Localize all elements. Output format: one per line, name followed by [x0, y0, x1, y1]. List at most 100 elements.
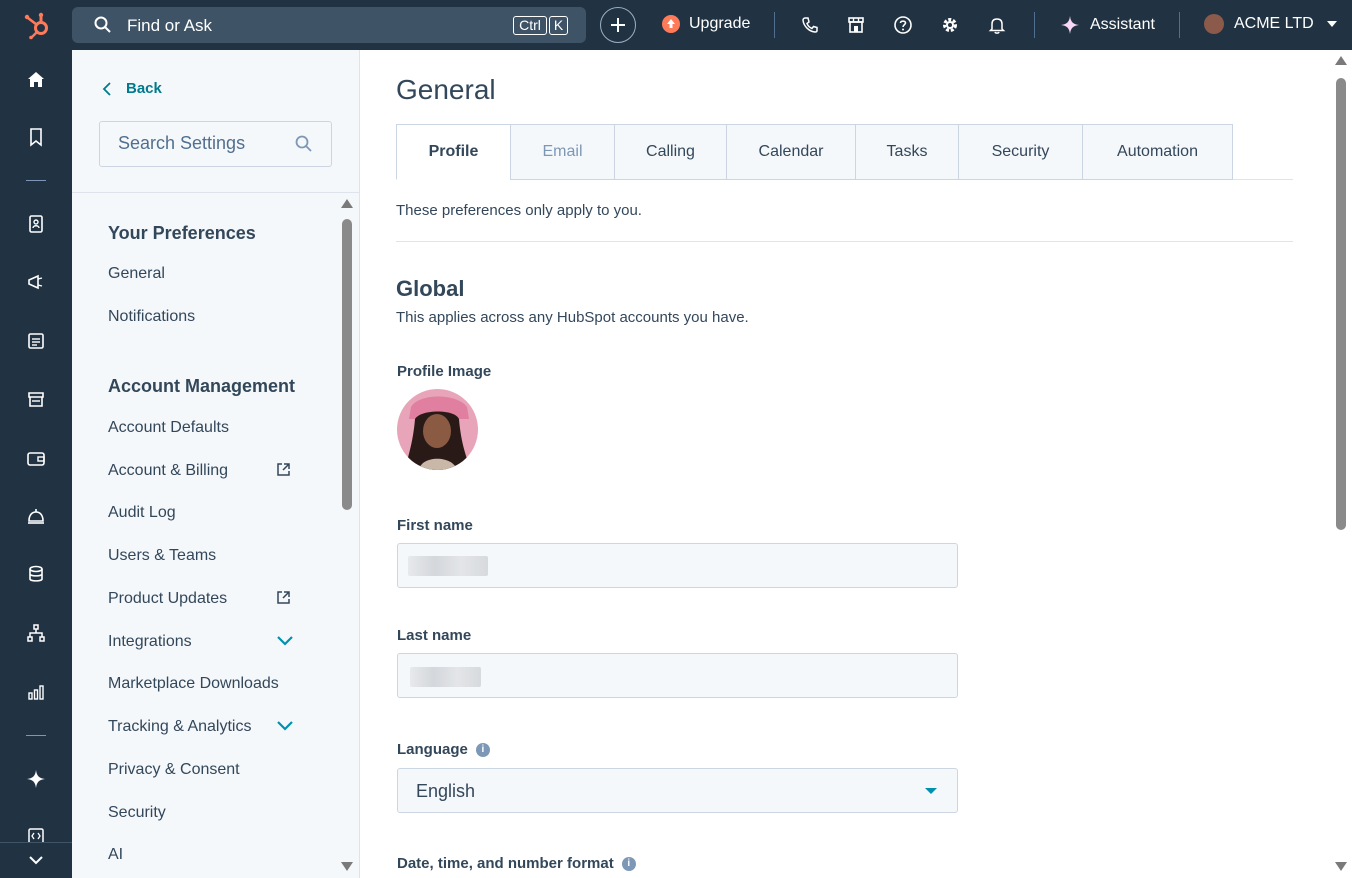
- datetime-format-label-text: Date, time, and number format: [397, 855, 614, 872]
- sidebar-item-integrations[interactable]: Integrations: [108, 633, 298, 651]
- scroll-down-arrow-icon[interactable]: [1335, 862, 1347, 871]
- scrollbar-thumb[interactable]: [342, 219, 352, 510]
- shortcut-k-key: K: [549, 16, 568, 35]
- account-menu[interactable]: ACME LTD: [1204, 14, 1338, 34]
- global-search-bar[interactable]: Find or Ask Ctrl K: [72, 7, 586, 43]
- settings-content: General Profile Email Calling Calendar T…: [360, 50, 1352, 878]
- breeze-sparkle-icon[interactable]: [26, 769, 46, 789]
- sales-wallet-icon[interactable]: [26, 448, 46, 468]
- nav-divider: [26, 180, 46, 181]
- info-icon[interactable]: i: [475, 742, 490, 757]
- content-icon[interactable]: [26, 331, 46, 351]
- create-new-button[interactable]: [600, 7, 636, 43]
- sidebar-item-account-billing[interactable]: Account & Billing: [108, 462, 298, 480]
- preferences-note: These preferences only apply to you.: [396, 202, 642, 219]
- tab-calling[interactable]: Calling: [614, 124, 727, 180]
- language-select[interactable]: English: [397, 768, 958, 813]
- external-link-icon: [277, 463, 290, 476]
- development-code-icon[interactable]: [26, 827, 46, 842]
- help-icon[interactable]: [893, 15, 913, 35]
- upgrade-label: Upgrade: [689, 15, 751, 32]
- caret-down-icon: [1326, 21, 1337, 27]
- chevron-down-icon: [29, 856, 43, 865]
- upgrade-arrow-icon: [662, 15, 680, 33]
- profile-image-label: Profile Image: [397, 363, 492, 380]
- sidebar-item-audit-log[interactable]: Audit Log: [108, 504, 176, 522]
- section-divider: [396, 241, 1293, 242]
- notifications-bell-icon[interactable]: [987, 15, 1007, 35]
- upgrade-button[interactable]: Upgrade: [662, 15, 750, 33]
- external-link-icon: [277, 591, 290, 604]
- main-scrollbar[interactable]: [1334, 54, 1348, 878]
- contacts-icon[interactable]: [26, 214, 46, 234]
- sidebar-item-product-updates[interactable]: Product Updates: [108, 590, 298, 608]
- data-database-icon[interactable]: [26, 564, 46, 584]
- sparkle-icon: [1061, 16, 1079, 34]
- settings-search-input[interactable]: [118, 133, 288, 154]
- service-bell-icon[interactable]: [26, 506, 46, 526]
- scroll-up-arrow-icon[interactable]: [341, 199, 353, 208]
- automation-workflow-icon[interactable]: [26, 623, 46, 643]
- sidebar-item-notifications[interactable]: Notifications: [108, 308, 195, 326]
- scroll-up-arrow-icon[interactable]: [1335, 56, 1347, 65]
- topbar-divider: [774, 12, 775, 38]
- last-name-field[interactable]: [397, 653, 958, 698]
- chevron-left-icon: [102, 81, 111, 96]
- sidebar-item-security[interactable]: Security: [108, 804, 166, 822]
- nav-divider: [26, 735, 46, 736]
- sidebar-scrollbar[interactable]: [340, 197, 354, 874]
- bookmark-icon[interactable]: [26, 127, 46, 147]
- section-your-preferences: Your Preferences: [108, 223, 256, 243]
- settings-sidebar: Back Your Preferences General Notificati…: [72, 50, 360, 878]
- sidebar-item-privacy-consent[interactable]: Privacy & Consent: [108, 761, 240, 779]
- search-icon: [295, 135, 312, 152]
- tab-security[interactable]: Security: [958, 124, 1083, 180]
- assistant-label: Assistant: [1090, 16, 1155, 33]
- marketplace-icon[interactable]: [846, 15, 866, 35]
- scrollbar-thumb[interactable]: [1336, 78, 1346, 530]
- settings-nav-list: Your Preferences General Notifications A…: [72, 193, 359, 878]
- back-link[interactable]: Back: [102, 80, 162, 97]
- settings-gear-icon[interactable]: [940, 15, 960, 35]
- expand-nav-button[interactable]: [0, 842, 72, 878]
- phone-icon[interactable]: [800, 15, 820, 35]
- account-name: ACME LTD: [1234, 15, 1314, 32]
- sidebar-item-label: Product Updates: [108, 590, 228, 607]
- first-name-label: First name: [397, 517, 473, 534]
- global-description: This applies across any HubSpot accounts…: [396, 309, 749, 326]
- first-name-field[interactable]: [397, 543, 958, 588]
- sidebar-item-marketplace-downloads[interactable]: Marketplace Downloads: [108, 675, 279, 693]
- profile-image-avatar[interactable]: [397, 389, 478, 470]
- commerce-icon[interactable]: [26, 389, 46, 409]
- chevron-down-icon: [277, 721, 293, 731]
- section-account-management: Account Management: [108, 376, 296, 396]
- topbar-divider: [1179, 12, 1180, 38]
- tab-profile[interactable]: Profile: [396, 124, 511, 180]
- scroll-down-arrow-icon[interactable]: [341, 862, 353, 871]
- sidebar-item-label: Tracking & Analytics: [108, 718, 252, 735]
- sidebar-item-ai[interactable]: AI: [108, 846, 123, 864]
- assistant-button[interactable]: Assistant: [1060, 15, 1155, 35]
- global-heading: Global: [396, 276, 465, 301]
- info-icon[interactable]: i: [621, 856, 636, 871]
- sidebar-item-users-teams[interactable]: Users & Teams: [108, 547, 216, 565]
- sidebar-item-tracking-analytics[interactable]: Tracking & Analytics: [108, 718, 298, 736]
- tab-email[interactable]: Email: [510, 124, 615, 180]
- global-search-text: Find or Ask: [127, 16, 213, 35]
- caret-down-icon: [925, 788, 937, 794]
- tab-automation[interactable]: Automation: [1082, 124, 1233, 180]
- sidebar-item-account-defaults[interactable]: Account Defaults: [108, 419, 229, 437]
- home-icon[interactable]: [26, 70, 46, 90]
- reporting-chart-icon[interactable]: [26, 682, 46, 702]
- search-icon: [94, 16, 111, 33]
- tab-tasks[interactable]: Tasks: [855, 124, 959, 180]
- hubspot-logo-icon[interactable]: [22, 10, 52, 40]
- marketing-megaphone-icon[interactable]: [26, 272, 46, 292]
- datetime-format-label: Date, time, and number format i: [397, 855, 636, 872]
- sidebar-item-general[interactable]: General: [108, 265, 165, 283]
- settings-tabs: Profile Email Calling Calendar Tasks Sec…: [396, 124, 1293, 180]
- tab-calendar[interactable]: Calendar: [726, 124, 856, 180]
- settings-search-box[interactable]: [99, 121, 332, 167]
- topbar-divider: [1034, 12, 1035, 38]
- sidebar-item-label: Account & Billing: [108, 462, 229, 479]
